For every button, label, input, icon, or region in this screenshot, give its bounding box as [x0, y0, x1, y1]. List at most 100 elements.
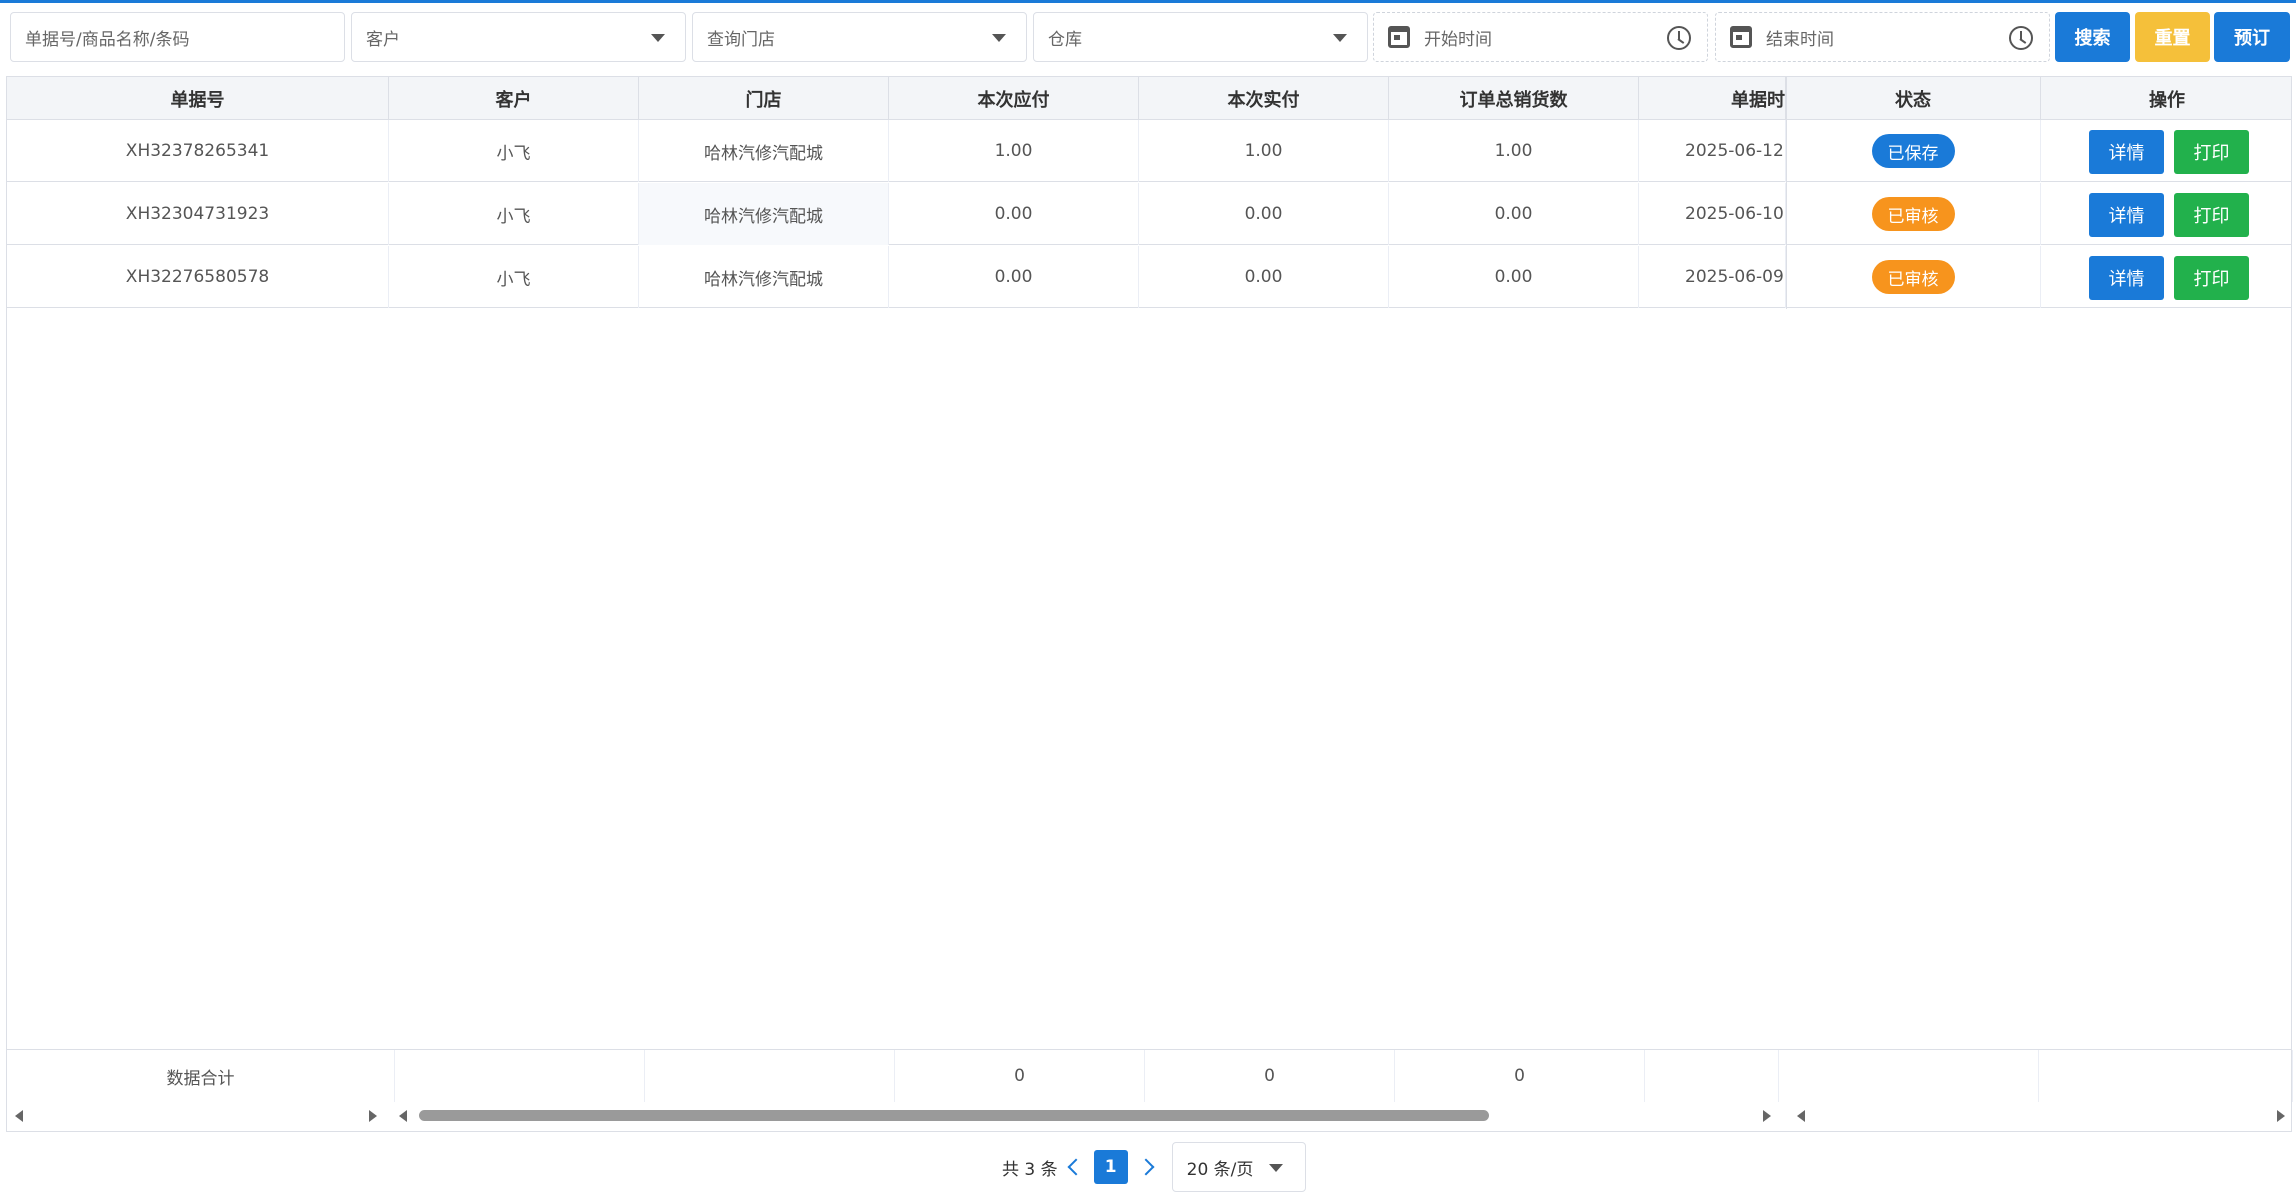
- print-button[interactable]: 打印: [2174, 193, 2249, 237]
- table-row[interactable]: XH32378265341 小飞 哈林汽修汽配城 1.00 1.00 1.00 …: [7, 120, 2291, 182]
- paid-cell: 0.00: [1139, 246, 1389, 308]
- print-button[interactable]: 打印: [2174, 130, 2249, 174]
- date-cell: 2025-06-09 1: [1639, 246, 1786, 308]
- status-badge: 已保存: [1871, 134, 1955, 168]
- customer-placeholder: 客户: [366, 29, 400, 50]
- store-cell: 哈林汽修汽配城: [639, 246, 889, 308]
- column-header-store: 门店: [639, 77, 889, 120]
- total-qty-cell: 1.00: [1389, 120, 1639, 182]
- end-time-placeholder: 结束时间: [1766, 29, 1834, 50]
- actions-cell: 详情 打印: [2041, 183, 2293, 245]
- chevron-down-icon: [1333, 34, 1347, 42]
- scrollbar-thumb[interactable]: [419, 1110, 1489, 1121]
- scroll-right-icon[interactable]: [369, 1110, 377, 1122]
- column-header-status: 状态: [1786, 77, 2041, 120]
- calendar-icon: [1388, 26, 1410, 48]
- fixed-column-divider: [1786, 77, 1787, 309]
- summary-paid: 0: [1145, 1050, 1395, 1102]
- detail-button[interactable]: 详情: [2089, 130, 2164, 174]
- chevron-down-icon: [651, 34, 665, 42]
- date-cell: 2025-06-12 1: [1639, 120, 1786, 182]
- summary-cell: [645, 1050, 895, 1102]
- total-count: 共 3 条: [1002, 1159, 1058, 1180]
- scroll-left-icon[interactable]: [1797, 1110, 1805, 1122]
- start-time-picker[interactable]: 开始时间: [1373, 12, 1708, 62]
- pagination: 共 3 条 1 20 条/页: [1002, 1142, 1306, 1192]
- chevron-left-icon[interactable]: [1067, 1158, 1085, 1176]
- status-badge: 已审核: [1871, 260, 1955, 294]
- total-qty-cell: 0.00: [1389, 183, 1639, 245]
- scroll-right-icon[interactable]: [1763, 1110, 1771, 1122]
- end-time-picker[interactable]: 结束时间: [1715, 12, 2050, 62]
- customer-cell: 小飞: [389, 120, 639, 182]
- column-header-date: 单据时: [1639, 77, 1786, 120]
- column-header-paid: 本次实付: [1139, 77, 1389, 120]
- customer-cell: 小飞: [389, 183, 639, 245]
- chevron-down-icon: [1268, 1164, 1283, 1172]
- filter-bar: 单据号/商品名称/条码 客户 查询门店 仓库 开始时间 结束时间 搜索 重置 预…: [10, 12, 2290, 62]
- status-cell: 已保存: [1786, 120, 2041, 182]
- detail-button[interactable]: 详情: [2089, 193, 2164, 237]
- chevron-down-icon: [992, 34, 1006, 42]
- order-search-placeholder: 单据号/商品名称/条码: [25, 29, 190, 50]
- column-header-order-no: 单据号: [7, 77, 389, 120]
- calendar-icon: [1730, 26, 1752, 48]
- summary-cell: [1779, 1050, 2039, 1102]
- store-select[interactable]: 查询门店: [692, 12, 1027, 62]
- store-placeholder: 查询门店: [707, 29, 775, 50]
- order-no-cell: XH32378265341: [7, 120, 389, 182]
- payable-cell: 1.00: [889, 120, 1139, 182]
- payable-cell: 0.00: [889, 246, 1139, 308]
- column-header-total-qty: 订单总销货数: [1389, 77, 1639, 120]
- date-cell: 2025-06-10 1: [1639, 183, 1786, 245]
- status-cell: 已审核: [1786, 183, 2041, 245]
- start-time-placeholder: 开始时间: [1424, 29, 1492, 50]
- column-header-actions: 操作: [2149, 89, 2185, 111]
- customer-cell: 小飞: [389, 246, 639, 308]
- payable-cell: 0.00: [889, 183, 1139, 245]
- order-no-cell: XH32276580578: [7, 246, 389, 308]
- actions-cell: 详情 打印: [2041, 120, 2293, 182]
- print-button[interactable]: 打印: [2174, 256, 2249, 300]
- summary-cell: [395, 1050, 645, 1102]
- horizontal-scrollbar[interactable]: [7, 1101, 2291, 1131]
- status-cell: 已审核: [1786, 246, 2041, 308]
- table-header: 单据号 客户 门店 本次应付 本次实付 订单总销货数 单据时 状态 操作: [7, 77, 2291, 120]
- table-row[interactable]: XH32304731923 小飞 哈林汽修汽配城 0.00 0.00 0.00 …: [7, 183, 2291, 245]
- search-button[interactable]: 搜索: [2055, 12, 2130, 62]
- scroll-left-icon[interactable]: [399, 1110, 407, 1122]
- page-number-current[interactable]: 1: [1093, 1150, 1128, 1184]
- scroll-left-icon[interactable]: [15, 1110, 23, 1122]
- summary-row: 数据合计 0 0 0: [7, 1049, 2293, 1102]
- customer-select[interactable]: 客户: [351, 12, 686, 62]
- column-header-customer: 客户: [389, 77, 639, 120]
- clock-icon: [2009, 26, 2033, 50]
- page-size-select[interactable]: 20 条/页: [1171, 1142, 1306, 1192]
- reserve-button[interactable]: 预订: [2214, 12, 2290, 62]
- total-qty-cell: 0.00: [1389, 246, 1639, 308]
- order-search-input[interactable]: 单据号/商品名称/条码: [10, 12, 345, 62]
- summary-label: 数据合计: [7, 1050, 395, 1102]
- store-cell: 哈林汽修汽配城: [639, 120, 889, 182]
- paid-cell: 0.00: [1139, 183, 1389, 245]
- orders-table: 单据号 客户 门店 本次应付 本次实付 订单总销货数 单据时 状态 操作 XH3…: [6, 76, 2293, 1132]
- top-accent-line: [0, 0, 2296, 3]
- scroll-right-icon[interactable]: [2277, 1110, 2285, 1122]
- table-row[interactable]: XH32276580578 小飞 哈林汽修汽配城 0.00 0.00 0.00 …: [7, 246, 2291, 308]
- summary-cell: [1645, 1050, 1779, 1102]
- paid-cell: 1.00: [1139, 120, 1389, 182]
- summary-total-qty: 0: [1395, 1050, 1645, 1102]
- column-header-payable: 本次应付: [889, 77, 1139, 120]
- actions-cell: 详情 打印: [2041, 246, 2293, 308]
- store-cell: 哈林汽修汽配城: [639, 183, 889, 245]
- summary-cell: [2039, 1050, 2293, 1102]
- warehouse-placeholder: 仓库: [1048, 29, 1082, 50]
- status-badge: 已审核: [1871, 197, 1955, 231]
- clock-icon: [1667, 26, 1691, 50]
- summary-payable: 0: [895, 1050, 1145, 1102]
- page-size-label: 20 条/页: [1186, 1159, 1254, 1180]
- detail-button[interactable]: 详情: [2089, 256, 2164, 300]
- reset-button[interactable]: 重置: [2135, 12, 2210, 62]
- warehouse-select[interactable]: 仓库: [1033, 12, 1368, 62]
- chevron-right-icon[interactable]: [1137, 1158, 1155, 1176]
